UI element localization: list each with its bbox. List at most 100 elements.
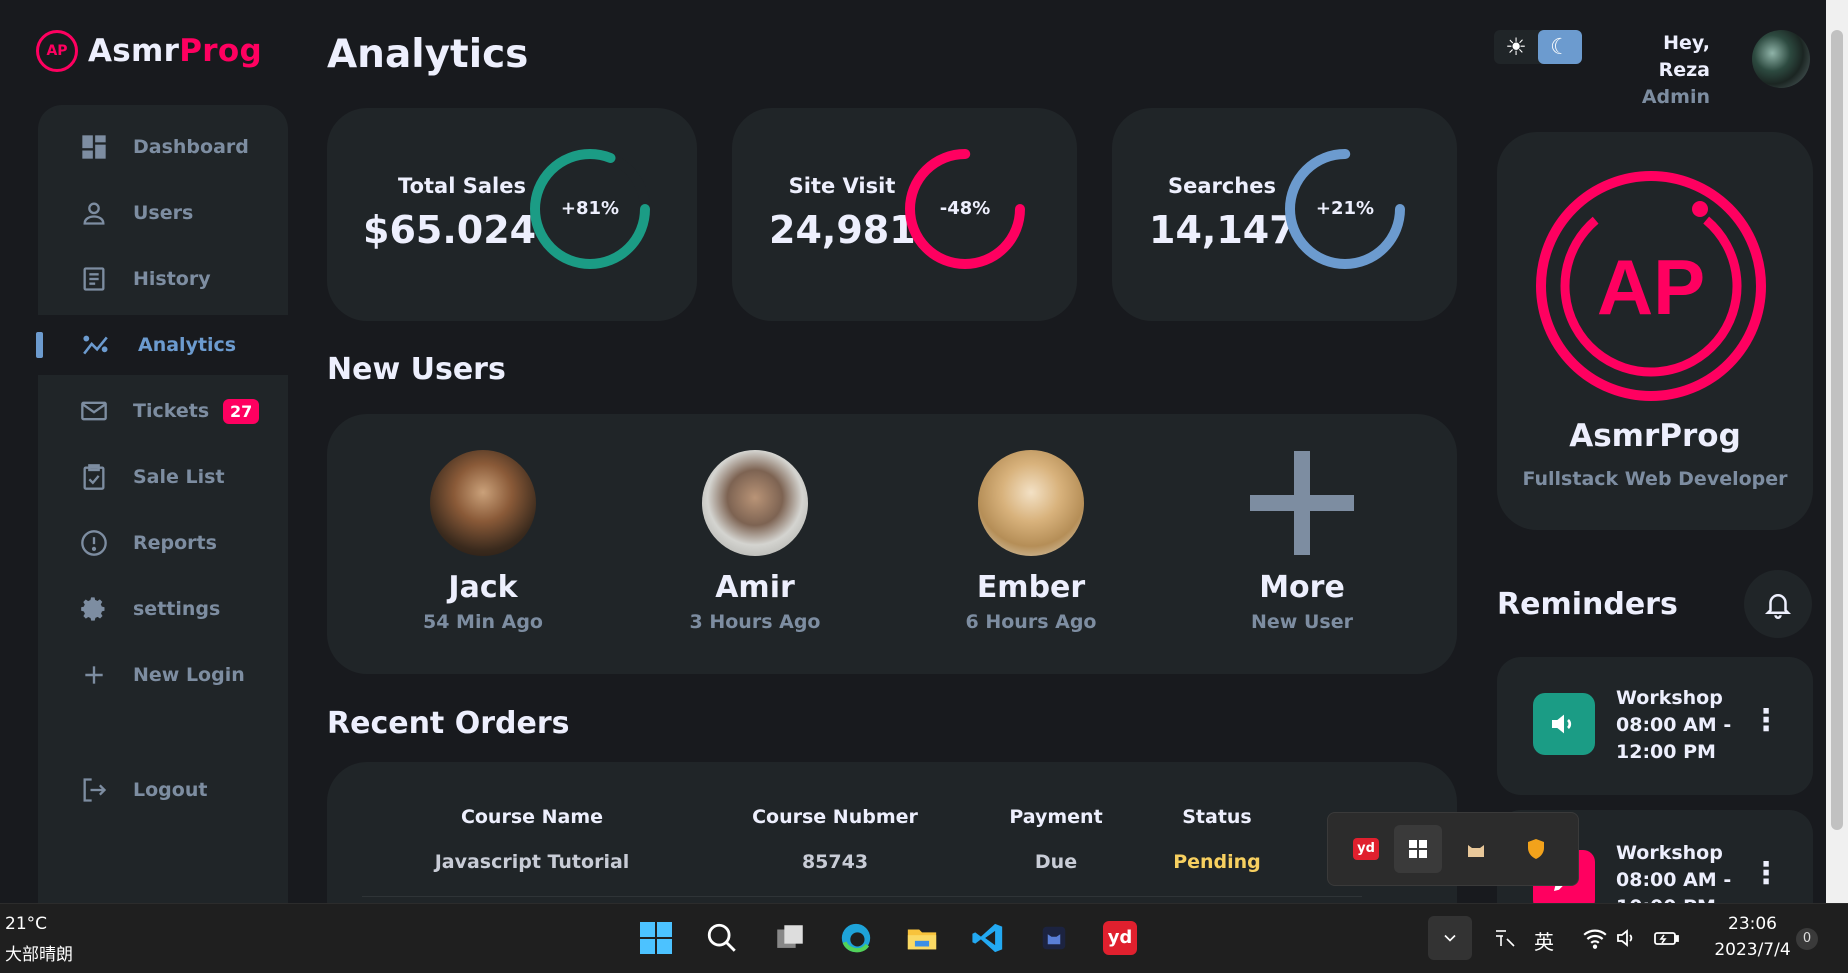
user-photo (430, 450, 536, 556)
user-name: More (1259, 570, 1345, 605)
volume-icon[interactable] (1605, 916, 1649, 960)
column-header-course-number: Course Nubmer (752, 806, 918, 828)
user-card-more[interactable]: More New User (1212, 450, 1392, 633)
sidebar-item-label: Users (133, 202, 194, 224)
stat-value: 14,147 (1149, 208, 1296, 252)
youdao-icon[interactable]: yd (1342, 825, 1390, 873)
profile-info: Hey, Reza Admin (1620, 30, 1710, 111)
bell-icon (1764, 594, 1792, 619)
user-photo (702, 450, 808, 556)
order-payment: Due (1034, 851, 1078, 873)
notification-count-badge[interactable]: 0 (1796, 928, 1818, 950)
user-time: New User (1251, 611, 1353, 633)
clock-time[interactable]: 23:06 (1705, 914, 1800, 934)
ime-language[interactable]: 英 (1534, 926, 1554, 955)
stat-percent: +81% (560, 198, 620, 219)
recent-orders-title: Recent Orders (327, 706, 570, 741)
weather-temp[interactable]: 21°C (5, 914, 47, 934)
sidebar-item-new-login[interactable]: New Login (38, 645, 288, 705)
sidebar-item-users[interactable]: Users (38, 183, 288, 243)
row-divider (362, 896, 1362, 897)
sidebar-item-sale-list[interactable]: Sale List (38, 447, 288, 507)
vscode-icon[interactable] (966, 916, 1010, 960)
user-time: 6 Hours Ago (965, 611, 1097, 633)
edge-browser-icon[interactable] (834, 916, 878, 960)
history-icon (80, 265, 108, 293)
profile-name: Reza (1658, 59, 1710, 81)
sidebar-item-analytics[interactable]: Analytics (36, 315, 288, 375)
gear-icon (80, 595, 108, 623)
sidebar-item-dashboard[interactable]: Dashboard (38, 117, 288, 177)
sidebar-item-label: Logout (133, 779, 208, 801)
app-grid-icon[interactable] (1394, 825, 1442, 873)
scrollbar-thumb[interactable] (1831, 30, 1843, 830)
youdao-dict-icon[interactable]: yd (1098, 916, 1142, 960)
column-header-status: Status (1182, 806, 1252, 828)
sidebar-item-logout[interactable]: Logout (38, 760, 288, 820)
volume-icon (1533, 693, 1595, 755)
user-card-amir[interactable]: Amir 3 Hours Ago (665, 450, 845, 633)
search-icon[interactable] (700, 916, 744, 960)
stat-percent: +21% (1315, 198, 1375, 219)
user-time: 3 Hours Ago (689, 611, 821, 633)
sidebar-item-tickets[interactable]: Tickets 27 (38, 381, 288, 441)
sidebar-item-history[interactable]: History (38, 249, 288, 309)
user-name: Ember (976, 570, 1086, 605)
dashboard-icon (80, 133, 108, 161)
profile-role: Admin (1641, 86, 1710, 108)
clipboard-icon (80, 463, 108, 491)
order-course-name: Javascript Tutorial (434, 851, 630, 873)
windows-start-icon[interactable] (634, 916, 678, 960)
weather-desc[interactable]: 大部晴朗 (5, 940, 73, 965)
cat-icon[interactable] (1452, 825, 1500, 873)
avatar[interactable] (1752, 30, 1810, 88)
app-cat-icon[interactable] (1032, 916, 1076, 960)
more-vertical-icon[interactable]: ⋮ (1751, 703, 1781, 738)
user-name: Jack (448, 570, 518, 605)
sidebar: Dashboard Users History Analytics Ticket… (36, 105, 288, 905)
user-card-jack[interactable]: Jack 54 Min Ago (393, 450, 573, 633)
input-method-icon[interactable] (1483, 916, 1527, 960)
user-icon (80, 199, 108, 227)
column-header-course-name: Course Name (460, 806, 604, 828)
brand-logo-link[interactable]: AP AsmrProg (36, 30, 262, 72)
sidebar-item-label: Dashboard (133, 136, 249, 158)
theme-toggle[interactable]: ☀ ☾ (1494, 30, 1582, 64)
moon-icon[interactable]: ☾ (1538, 30, 1582, 64)
analytics-icon (82, 331, 110, 359)
more-vertical-icon[interactable]: ⋮ (1751, 856, 1781, 891)
profile-card-name: AsmrProg (1569, 418, 1741, 454)
shield-icon[interactable] (1512, 825, 1560, 873)
greeting: Hey, (1663, 32, 1710, 54)
new-users-title: New Users (327, 352, 506, 387)
chevron-up-icon[interactable] (1428, 916, 1472, 960)
profile-logo-text: AP (1597, 243, 1705, 331)
stat-card-site-visit: Site Visit 24,981 -48% (732, 108, 1077, 321)
order-status: Pending (1173, 851, 1261, 873)
stat-value: 24,981 (769, 208, 916, 252)
task-view-icon[interactable] (768, 916, 812, 960)
stat-label: Total Sales (398, 174, 526, 198)
taskbar: 21°C 大部晴朗 yd 英 23:06 2023/7/4 0 (0, 903, 1848, 973)
stat-label: Searches (1167, 174, 1277, 198)
notification-bell-button[interactable] (1744, 570, 1812, 638)
sidebar-item-settings[interactable]: settings (38, 579, 288, 639)
order-course-number: 85743 (801, 851, 869, 873)
stat-percent: -48% (939, 198, 991, 219)
user-time: 54 Min Ago (423, 611, 543, 633)
user-card-ember[interactable]: Ember 6 Hours Ago (941, 450, 1121, 633)
file-explorer-icon[interactable] (900, 916, 944, 960)
sidebar-item-reports[interactable]: Reports (38, 513, 288, 573)
sidebar-item-label: Analytics (138, 334, 237, 356)
mail-icon (80, 397, 108, 425)
battery-icon[interactable] (1645, 916, 1689, 960)
sun-icon[interactable]: ☀ (1494, 30, 1538, 64)
brand-logo-icon: AP (36, 30, 78, 72)
sidebar-item-label: settings (133, 598, 221, 620)
stat-label: Site Visit (788, 174, 896, 198)
user-name: Amir (715, 570, 795, 605)
stat-card-searches: Searches 14,147 +21% (1112, 108, 1457, 321)
reminder-card[interactable]: Workshop 08:00 AM - 12:00 PM ⋮ (1497, 657, 1813, 795)
clock-date[interactable]: 2023/7/4 (1700, 940, 1805, 960)
scrollbar[interactable] (1826, 0, 1848, 903)
